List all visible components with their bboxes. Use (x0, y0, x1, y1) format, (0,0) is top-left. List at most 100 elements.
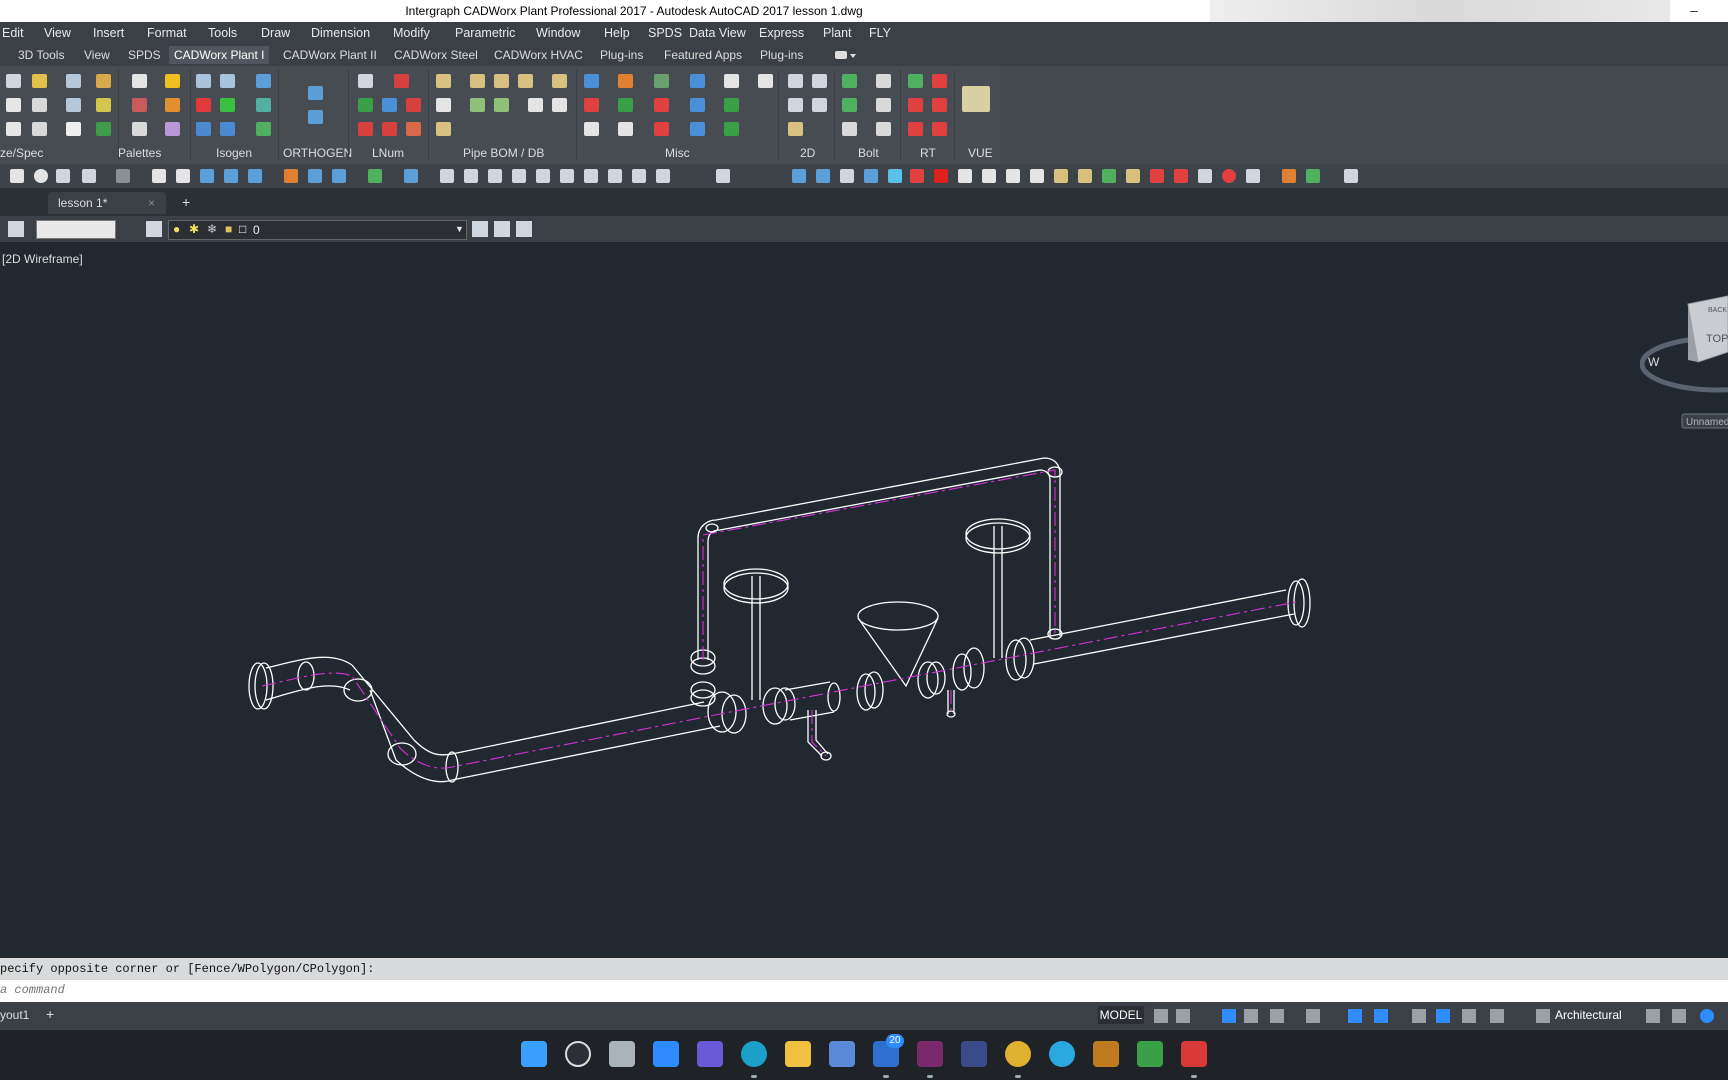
layout-tab[interactable]: yout1 (0, 1008, 29, 1022)
menu-help[interactable]: Help (604, 26, 630, 40)
chrome-icon[interactable] (1005, 1041, 1031, 1067)
layer-filter-input[interactable] (36, 220, 116, 239)
menu-plant[interactable]: Plant (823, 26, 852, 40)
add-layout-button[interactable]: + (46, 1006, 54, 1022)
misc-layout-icon[interactable] (690, 74, 705, 88)
isogen-icon[interactable] (196, 74, 211, 88)
bom-icon-3[interactable] (494, 74, 509, 88)
undo-icon[interactable] (82, 169, 96, 183)
minus-icon[interactable] (406, 98, 421, 112)
arc-icon[interactable] (958, 169, 972, 183)
file-explorer-icon[interactable] (785, 1041, 811, 1067)
task-view-icon[interactable] (609, 1041, 635, 1067)
workspace-gear-icon[interactable] (1490, 1009, 1504, 1023)
search-icon[interactable] (565, 1041, 591, 1067)
misc-green-icon[interactable] (618, 98, 633, 112)
annotation-icon[interactable] (1462, 1009, 1476, 1023)
bolt-icon-3[interactable] (842, 122, 857, 136)
tab-cadworx-plant-2[interactable]: CADWorx Plant II (283, 48, 377, 62)
misc-icon[interactable] (584, 74, 599, 88)
plot-icon[interactable] (176, 169, 190, 183)
ortho-icon[interactable] (1306, 169, 1320, 183)
menu-spds[interactable]: SPDS (648, 26, 682, 40)
tab-featured-apps[interactable]: Featured Apps (664, 48, 742, 62)
bolt-total-icon[interactable] (876, 98, 891, 112)
lock-icon[interactable] (1282, 169, 1296, 183)
menu-tools[interactable]: Tools (208, 26, 237, 40)
misc-size-icon[interactable] (654, 74, 669, 88)
image-icon[interactable] (308, 169, 322, 183)
db-icon[interactable] (436, 98, 451, 112)
minimize-button[interactable]: – (1680, 2, 1708, 20)
traffic-green-icon[interactable] (220, 98, 235, 112)
arrow-red-icon[interactable] (358, 122, 373, 136)
valve-icon[interactable] (165, 122, 180, 136)
number-icon[interactable] (382, 122, 397, 136)
star-icon[interactable] (934, 169, 948, 183)
make-current-icon[interactable] (472, 221, 488, 237)
home-icon[interactable] (165, 98, 180, 112)
edge-icon[interactable] (741, 1041, 767, 1067)
menu-modify[interactable]: Modify (393, 26, 430, 40)
bolt-icon-4[interactable] (876, 122, 891, 136)
menu-insert[interactable]: Insert (93, 26, 124, 40)
rt-lr-icon[interactable] (908, 98, 923, 112)
polar-toggle-icon[interactable] (1270, 1009, 1284, 1023)
misc-cut-icon[interactable] (654, 122, 669, 136)
lnum-tool-icon[interactable] (406, 122, 421, 136)
command-line[interactable] (0, 980, 1728, 1002)
menu-draw[interactable]: Draw (261, 26, 290, 40)
snap-icon[interactable] (1246, 169, 1260, 183)
menu-dimension[interactable]: Dimension (311, 26, 370, 40)
misc-tool-icon[interactable] (724, 74, 739, 88)
db-icon-3[interactable] (494, 98, 509, 112)
paste-icon[interactable] (656, 169, 670, 183)
tool-icon-3[interactable] (1102, 169, 1116, 183)
rt-icon-2[interactable] (932, 74, 947, 88)
tab-plug-ins-2[interactable]: Plug-ins (760, 48, 803, 62)
2d-settings-icon[interactable] (788, 122, 803, 136)
tab-spds[interactable]: SPDS (128, 48, 161, 62)
misc-chart-icon[interactable] (618, 74, 633, 88)
layer-state-icon[interactable] (146, 221, 162, 237)
2d-icon-2[interactable] (812, 74, 827, 88)
2d-icon[interactable] (788, 74, 803, 88)
viewcube[interactable]: TOP BACK W Unnamed (1640, 292, 1728, 432)
rt-elbow-icon-2[interactable] (932, 122, 947, 136)
pcf-in-icon[interactable] (220, 122, 235, 136)
rotate-icon[interactable] (608, 169, 622, 183)
layer-previous-icon[interactable] (494, 221, 510, 237)
match-icon[interactable] (464, 169, 478, 183)
ucs-toggle-icon[interactable] (1374, 1009, 1388, 1023)
check-icon[interactable] (256, 122, 271, 136)
menu-express[interactable]: Express (759, 26, 804, 40)
layer-icon-3[interactable] (248, 169, 262, 183)
spec-tool-icon[interactable] (6, 74, 21, 88)
orthogen-icon-2[interactable] (308, 110, 323, 124)
tool-icon[interactable] (1054, 169, 1068, 183)
tool-icon-5[interactable] (1150, 169, 1164, 183)
rt-elbow-icon[interactable] (908, 122, 923, 136)
menu-data-view[interactable]: Data View (689, 26, 746, 40)
layer-dropdown[interactable]: ● ✱ ❄ ■ □ 0 ▼ (168, 220, 467, 240)
misc-red-icon[interactable] (584, 98, 599, 112)
dash-icon[interactable] (6, 122, 21, 136)
menu-window[interactable]: Window (536, 26, 580, 40)
menu-parametric[interactable]: Parametric (455, 26, 515, 40)
spec-icon[interactable] (96, 74, 111, 88)
notepad-app-icon[interactable] (961, 1041, 987, 1067)
grid-icon[interactable] (96, 98, 111, 112)
save-icon[interactable] (56, 169, 70, 183)
tab-view[interactable]: View (84, 48, 110, 62)
rect-icon[interactable] (1006, 169, 1020, 183)
bom-icon-5[interactable] (552, 74, 567, 88)
tool-icon-4[interactable] (1126, 169, 1140, 183)
lnum-red-icon[interactable] (394, 74, 409, 88)
isodraft-icon[interactable] (1306, 1009, 1320, 1023)
misc-trap-icon[interactable] (724, 122, 739, 136)
misc-note-icon[interactable] (758, 74, 773, 88)
bat-icon[interactable] (1198, 169, 1212, 183)
array-icon[interactable] (560, 169, 574, 183)
isogen-icon-3[interactable] (256, 74, 271, 88)
shape-icon[interactable] (982, 169, 996, 183)
